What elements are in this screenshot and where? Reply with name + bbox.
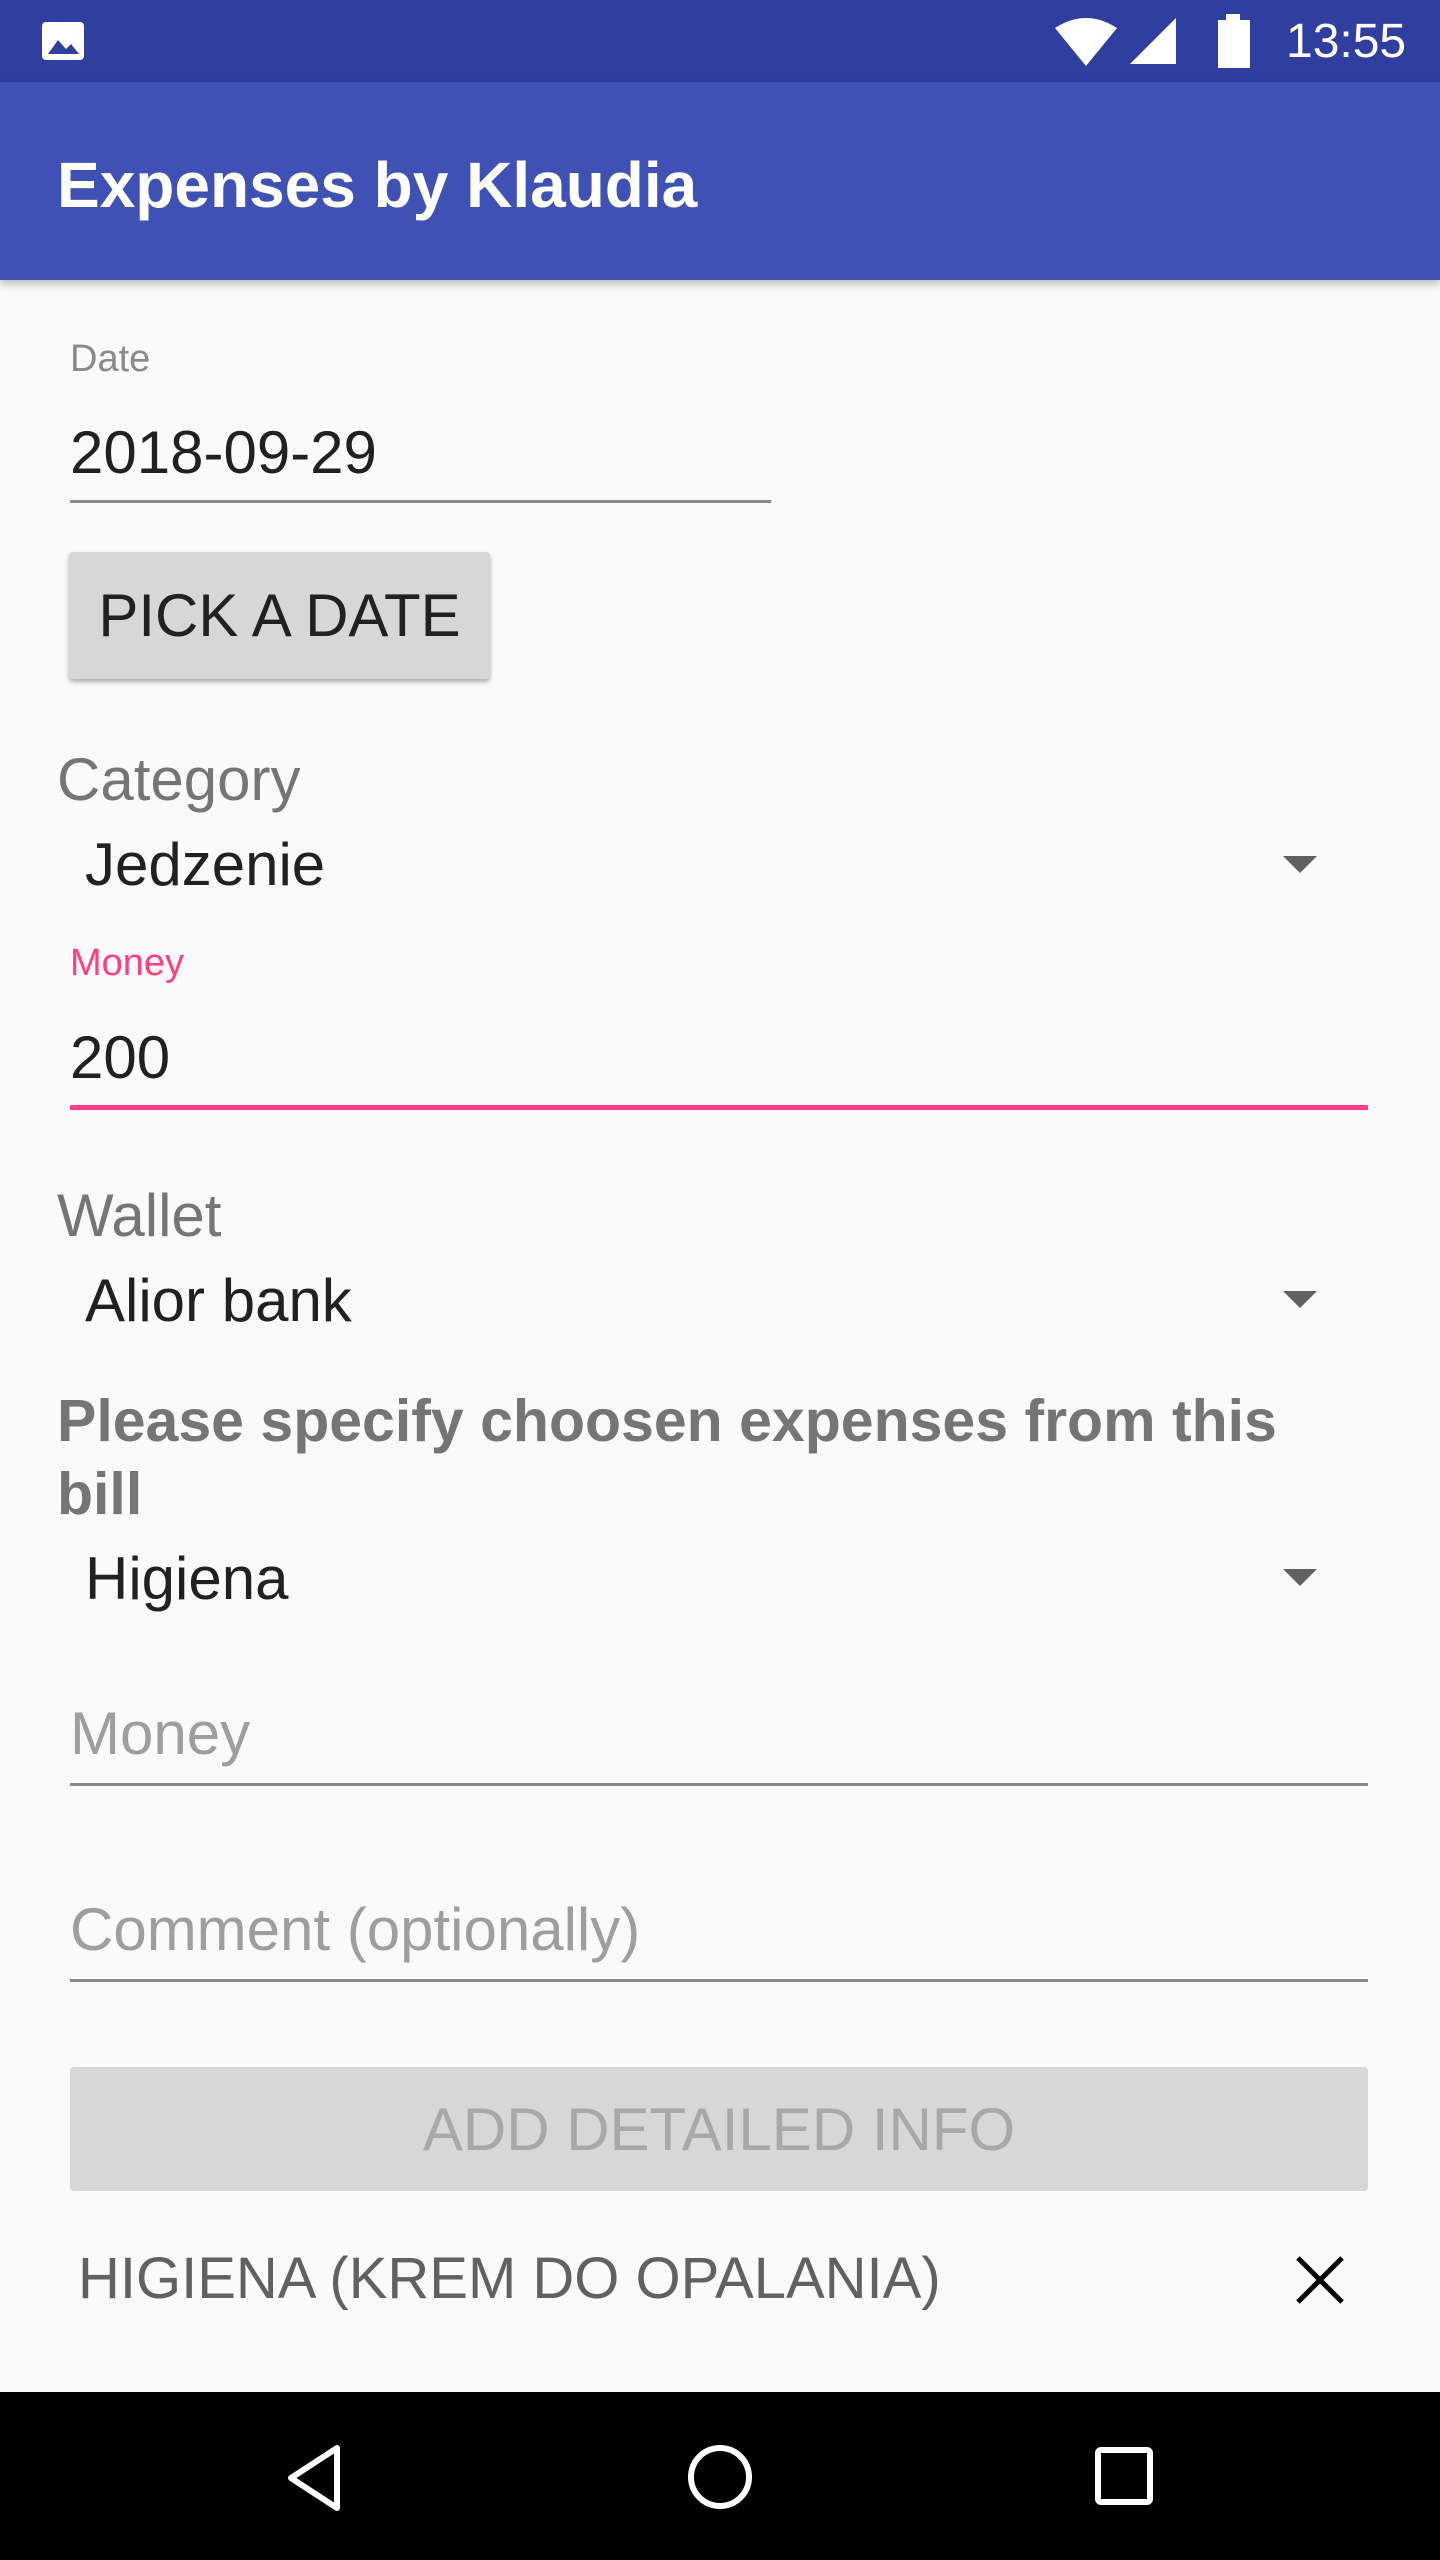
- list-item: HIGIENA (KREM DO OPALANIA): [0, 2230, 1440, 2330]
- signal-icon: [1130, 18, 1176, 64]
- clock: 13:55: [1286, 15, 1407, 68]
- category-label: Category: [57, 746, 301, 813]
- date-field[interactable]: 2018-09-29: [70, 418, 377, 488]
- detail-category-value: Higiena: [85, 1545, 289, 1612]
- wallet-value: Alior bank: [85, 1267, 352, 1334]
- status-bar: 13:55: [0, 0, 1440, 82]
- battery-icon: [1218, 14, 1250, 68]
- money-underline: [70, 1105, 1368, 1110]
- list-item-text: HIGIENA (KREM DO OPALANIA): [78, 2246, 941, 2311]
- detail-money-input[interactable]: Money: [70, 1699, 1368, 1769]
- dropdown-arrow-icon: [1283, 1291, 1317, 1308]
- close-icon[interactable]: [1294, 2254, 1346, 2306]
- detail-category-spinner[interactable]: Higiena: [57, 1534, 1347, 1624]
- home-icon[interactable]: [686, 2443, 754, 2511]
- recents-icon[interactable]: [1094, 2446, 1154, 2506]
- navigation-bar: [0, 2392, 1440, 2560]
- money-label: Money: [70, 942, 185, 984]
- pick-date-button[interactable]: PICK A DATE: [69, 552, 490, 679]
- dropdown-arrow-icon: [1283, 856, 1317, 873]
- back-icon[interactable]: [285, 2444, 345, 2512]
- wifi-icon: [1055, 18, 1117, 66]
- app-title: Expenses by Klaudia: [57, 149, 698, 221]
- dropdown-arrow-icon: [1283, 1569, 1317, 1586]
- category-spinner[interactable]: Jedzenie: [57, 820, 1347, 910]
- wallet-spinner[interactable]: Alior bank: [57, 1256, 1347, 1346]
- comment-underline: [70, 1979, 1368, 1982]
- specify-text: Please specify choosen expenses from thi…: [57, 1388, 1277, 1527]
- date-label: Date: [70, 338, 151, 380]
- image-icon: [42, 22, 84, 60]
- add-detailed-info-button[interactable]: ADD DETAILED INFO: [70, 2067, 1368, 2191]
- comment-input[interactable]: Comment (optionally): [70, 1895, 1368, 1965]
- category-value: Jedzenie: [85, 831, 326, 898]
- detail-money-underline: [70, 1783, 1368, 1786]
- wallet-label: Wallet: [57, 1182, 222, 1249]
- money-field[interactable]: 200: [70, 1023, 170, 1093]
- date-underline: [70, 500, 771, 503]
